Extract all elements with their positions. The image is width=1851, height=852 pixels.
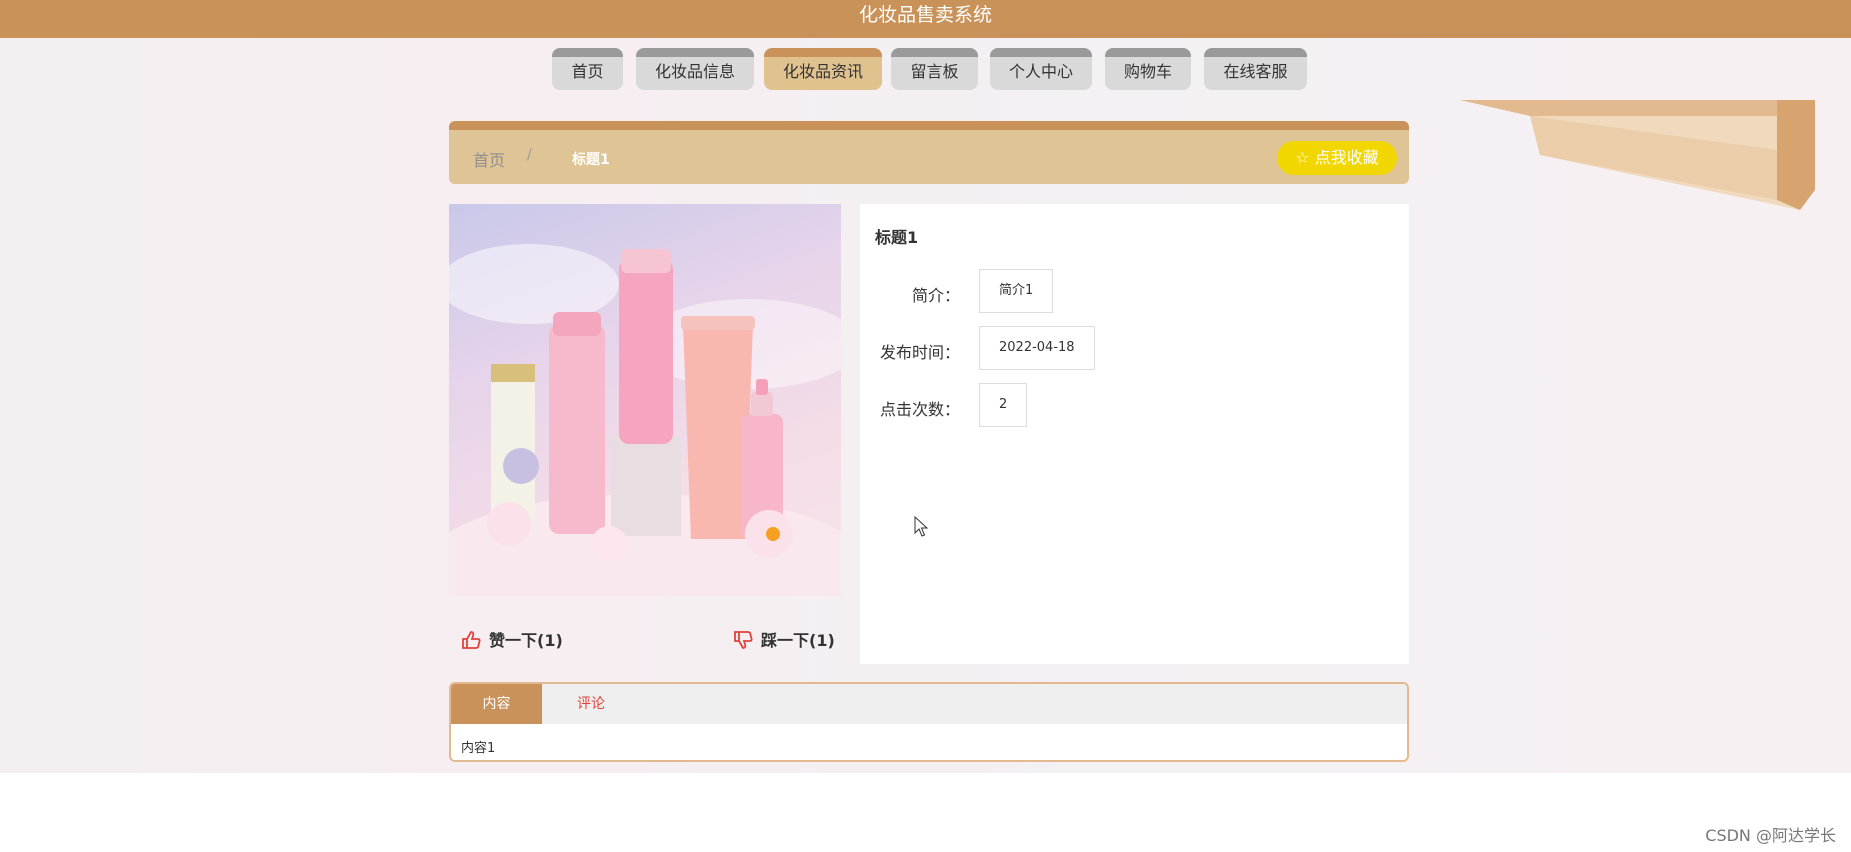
field-label-publish-time: 发布时间： xyxy=(879,343,960,362)
decorative-frame-corner xyxy=(1460,100,1815,210)
content-tabs: 内容 评论 内容1 xyxy=(449,682,1409,762)
mouse-cursor-icon xyxy=(914,516,929,537)
tabs-header: 内容 评论 xyxy=(451,684,1407,724)
field-value-click-count: 2 xyxy=(979,383,1028,427)
field-label-summary: 简介： xyxy=(911,286,960,305)
breadcrumb-current: 标题1 xyxy=(572,152,610,168)
nav-item-message-board[interactable]: 留言板 xyxy=(891,48,978,90)
like-button[interactable]: 赞一下(1) xyxy=(461,627,563,651)
tab-content[interactable]: 内容 xyxy=(451,684,542,724)
main-nav: 首页 化妆品信息 化妆品资讯 留言板 个人中心 购物车 在线客服 xyxy=(0,48,1851,92)
nav-item-home[interactable]: 首页 xyxy=(552,48,623,90)
dislike-button[interactable]: 踩一下(1) xyxy=(733,627,835,651)
field-label-click-count: 点击次数： xyxy=(879,400,960,419)
cosmetics-product-photo-icon xyxy=(449,244,841,596)
favorite-button[interactable]: ☆ 点我收藏 xyxy=(1277,141,1397,175)
product-image xyxy=(449,204,841,596)
like-label: 赞一下(1) xyxy=(489,631,563,650)
breadcrumb-separator: / xyxy=(527,147,532,163)
detail-info-panel: 标题1 简介： 简介1 发布时间： 2022-04-18 点击次数： 2 xyxy=(860,204,1409,664)
tab-content-body: 内容1 xyxy=(461,741,496,756)
breadcrumb: 首页 / 标题1 ☆ 点我收藏 xyxy=(449,121,1409,184)
nav-item-cosmetics-news[interactable]: 化妆品资讯 xyxy=(764,48,882,90)
breadcrumb-home-link[interactable]: 首页 xyxy=(473,147,505,171)
nav-item-cosmetics-info[interactable]: 化妆品信息 xyxy=(636,48,754,90)
watermark: CSDN @阿达学长 xyxy=(1705,826,1836,845)
tab-comments[interactable]: 评论 xyxy=(542,684,640,724)
app-header: 化妆品售卖系统 xyxy=(0,0,1851,38)
app-title: 化妆品售卖系统 xyxy=(858,4,992,26)
nav-item-online-service[interactable]: 在线客服 xyxy=(1204,48,1307,90)
nav-item-cart[interactable]: 购物车 xyxy=(1105,48,1191,90)
dislike-label: 踩一下(1) xyxy=(761,631,835,650)
nav-item-personal-center[interactable]: 个人中心 xyxy=(990,48,1092,90)
thumbs-up-icon xyxy=(462,631,481,649)
field-value-publish-time: 2022-04-18 xyxy=(979,326,1095,370)
thumbs-down-icon xyxy=(734,631,753,649)
field-value-summary: 简介1 xyxy=(979,269,1054,313)
detail-title: 标题1 xyxy=(875,228,919,247)
